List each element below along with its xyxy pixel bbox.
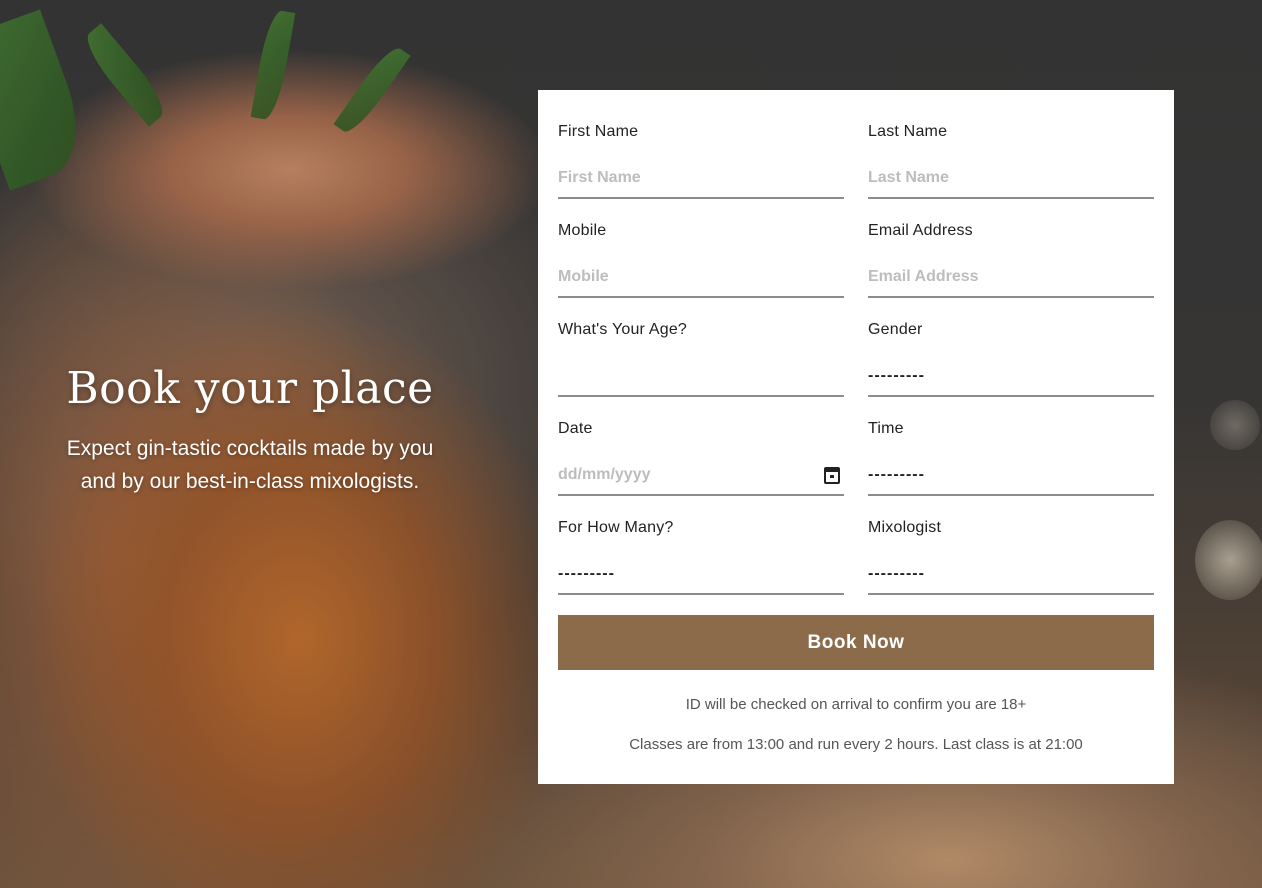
first-name-placeholder: First Name bbox=[558, 168, 641, 186]
first-name-input[interactable]: First Name bbox=[558, 158, 844, 199]
hero-title: Book your place bbox=[66, 363, 434, 414]
time-field: Time --------- bbox=[868, 407, 1154, 506]
hero-subtitle-line1: Expect gin-tastic cocktails made by you bbox=[66, 437, 434, 460]
mixologist-label: Mixologist bbox=[868, 519, 942, 536]
email-placeholder: Email Address bbox=[868, 267, 979, 285]
mobile-label: Mobile bbox=[558, 222, 607, 239]
how-many-field: For How Many? --------- bbox=[558, 506, 844, 605]
form-row: For How Many? --------- Mixologist -----… bbox=[558, 506, 1154, 605]
gender-field: Gender --------- bbox=[868, 308, 1154, 407]
how-many-select[interactable]: --------- bbox=[558, 554, 844, 595]
how-many-label: For How Many? bbox=[558, 519, 674, 536]
date-field: Date dd/mm/yyyy bbox=[558, 407, 844, 506]
age-label: What's Your Age? bbox=[558, 321, 688, 338]
email-input[interactable]: Email Address bbox=[868, 257, 1154, 298]
how-many-value: --------- bbox=[558, 564, 615, 582]
gender-select[interactable]: --------- bbox=[868, 356, 1154, 397]
hero-section: Book your place Expect gin-tastic cockta… bbox=[30, 362, 470, 498]
class-schedule-note: Classes are from 13:00 and run every 2 h… bbox=[629, 736, 1083, 753]
hero-subtitle: Expect gin-tastic cocktails made by you … bbox=[30, 432, 470, 498]
form-row: First Name First Name Last Name Last Nam… bbox=[558, 110, 1154, 209]
first-name-label: First Name bbox=[558, 123, 639, 140]
time-label: Time bbox=[868, 420, 904, 437]
book-now-button[interactable]: Book Now bbox=[558, 615, 1154, 670]
mixologist-field: Mixologist --------- bbox=[868, 506, 1154, 605]
last-name-field: Last Name Last Name bbox=[868, 110, 1154, 209]
mobile-placeholder: Mobile bbox=[558, 267, 609, 285]
mixologist-select[interactable]: --------- bbox=[868, 554, 1154, 595]
email-label: Email Address bbox=[868, 222, 973, 239]
age-input[interactable] bbox=[558, 356, 844, 397]
id-check-note: ID will be checked on arrival to confirm… bbox=[685, 696, 1027, 713]
gender-value: --------- bbox=[868, 366, 925, 384]
first-name-field: First Name First Name bbox=[558, 110, 844, 209]
date-input[interactable]: dd/mm/yyyy bbox=[558, 455, 844, 496]
calendar-icon[interactable] bbox=[824, 467, 840, 484]
time-select[interactable]: --------- bbox=[868, 455, 1154, 496]
hero-subtitle-line2: and by our best-in-class mixologists. bbox=[80, 470, 420, 493]
form-row: What's Your Age? Gender --------- bbox=[558, 308, 1154, 407]
booking-form-card: First Name First Name Last Name Last Nam… bbox=[538, 90, 1174, 784]
form-row: Mobile Mobile Email Address Email Addres… bbox=[558, 209, 1154, 308]
date-placeholder: dd/mm/yyyy bbox=[558, 465, 651, 483]
mixologist-value: --------- bbox=[868, 564, 925, 582]
last-name-input[interactable]: Last Name bbox=[868, 158, 1154, 199]
mobile-field: Mobile Mobile bbox=[558, 209, 844, 308]
age-field: What's Your Age? bbox=[558, 308, 844, 407]
last-name-label: Last Name bbox=[868, 123, 948, 140]
last-name-placeholder: Last Name bbox=[868, 168, 949, 186]
email-field: Email Address Email Address bbox=[868, 209, 1154, 308]
date-label: Date bbox=[558, 420, 593, 437]
gender-label: Gender bbox=[868, 321, 923, 338]
time-value: --------- bbox=[868, 465, 925, 483]
form-row: Date dd/mm/yyyy Time --------- bbox=[558, 407, 1154, 506]
mobile-input[interactable]: Mobile bbox=[558, 257, 844, 298]
